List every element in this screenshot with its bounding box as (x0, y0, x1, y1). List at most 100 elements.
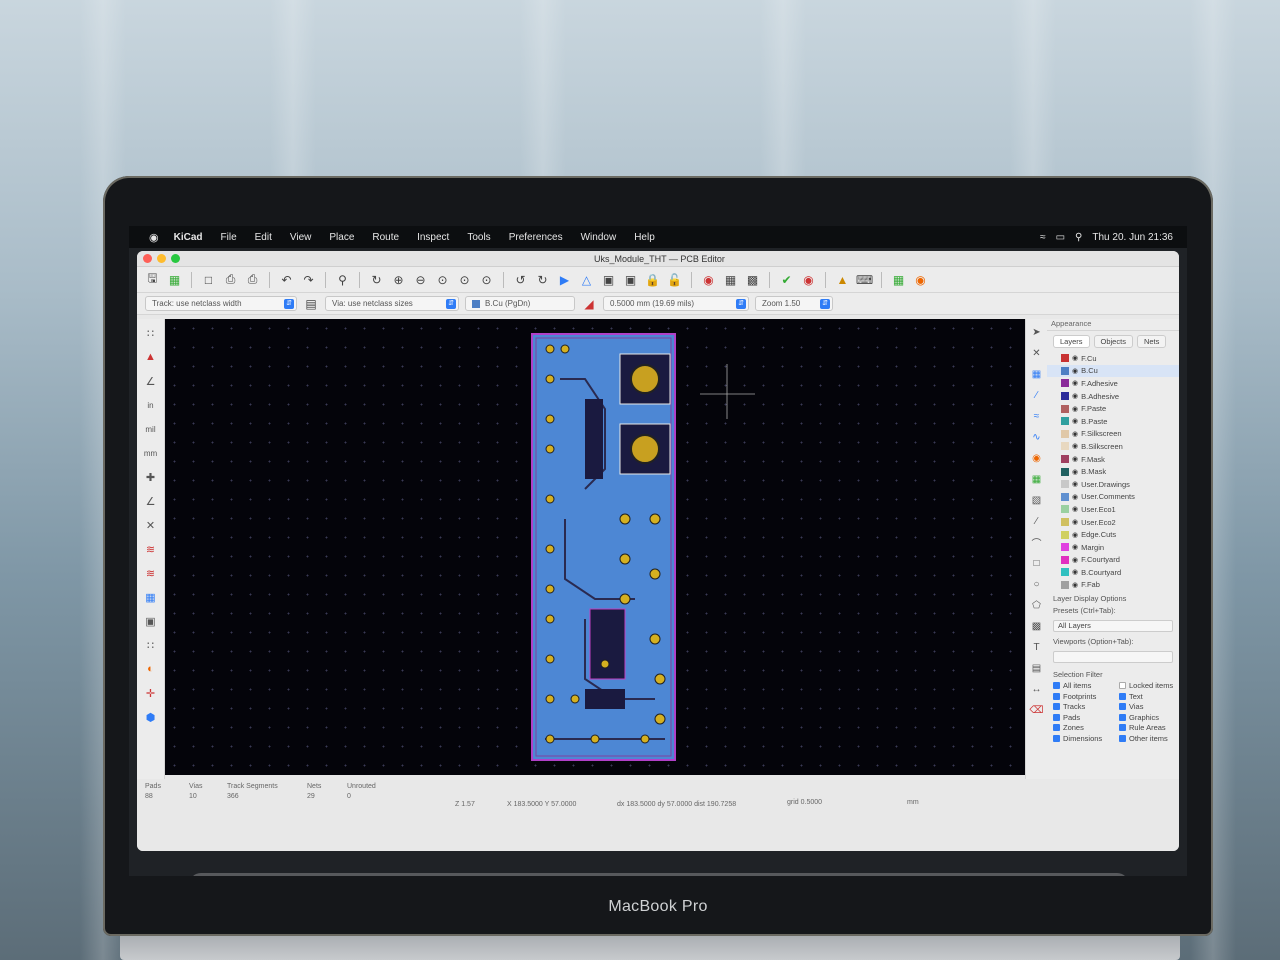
zone-fill-icon[interactable]: ≋ (141, 563, 161, 583)
layer-row[interactable]: ◉ B.Cu (1047, 364, 1179, 378)
zoom-in-icon[interactable]: ⊕ (389, 270, 408, 289)
layer-row[interactable]: ◉ B.Silkscreen (1047, 440, 1179, 453)
selection-filter-item[interactable]: Zones (1047, 723, 1113, 734)
polygon-icon[interactable]: ⬠ (1029, 597, 1045, 613)
layer-row[interactable]: ◉ User.Drawings (1047, 478, 1179, 491)
menu-tools[interactable]: Tools (458, 232, 499, 243)
eye-icon[interactable]: ◉ (1072, 405, 1078, 413)
ratsnest-icon[interactable]: ✕ (141, 515, 161, 535)
polar-coords-icon[interactable]: ∠ (141, 371, 161, 391)
eye-icon[interactable]: ◉ (1072, 568, 1078, 576)
menu-edit[interactable]: Edit (246, 232, 281, 243)
refresh-icon[interactable]: ↻ (367, 270, 386, 289)
eye-icon[interactable]: ◉ (1072, 505, 1078, 513)
tab-objects[interactable]: Objects (1093, 335, 1133, 348)
selection-filter-checkbox[interactable] (1053, 703, 1060, 711)
eye-icon[interactable]: ◉ (1072, 367, 1078, 375)
close-window-button[interactable] (143, 254, 152, 263)
selection-filter-item[interactable]: Locked items (1113, 680, 1179, 691)
selection-filter-item[interactable]: Pads (1047, 712, 1113, 723)
menu-help[interactable]: Help (625, 232, 664, 243)
menu-route[interactable]: Route (363, 232, 408, 243)
track-width-select[interactable]: Track: use netclass width ⇵ (145, 296, 297, 311)
selection-filter-checkbox[interactable] (1053, 682, 1060, 690)
eye-icon[interactable]: ◉ (1072, 455, 1078, 463)
eye-icon[interactable]: ◉ (1072, 581, 1078, 589)
selection-filter-checkbox[interactable] (1053, 692, 1060, 700)
menu-preferences[interactable]: Preferences (500, 232, 572, 243)
layer-row[interactable]: ◉ B.Paste (1047, 415, 1179, 428)
zoom-out-icon[interactable]: ⊖ (411, 270, 430, 289)
selection-filter-item[interactable]: Text (1113, 691, 1179, 702)
mils-icon[interactable]: mil (141, 419, 161, 439)
selection-filter-item[interactable]: Footprints (1047, 691, 1113, 702)
ic-footprint[interactable] (585, 399, 603, 479)
presets-select[interactable]: All Layers (1053, 620, 1173, 633)
cursor-icon[interactable]: ✚ (141, 467, 161, 487)
menu-view[interactable]: View (281, 232, 321, 243)
apple-icon[interactable]: ◉ (129, 231, 165, 244)
pcb-drawing[interactable] (165, 319, 1025, 775)
via-size-select[interactable]: Via: use netclass sizes ⇵ (325, 296, 459, 311)
layer-color-swatch[interactable] (1061, 442, 1069, 451)
eye-icon[interactable]: ◉ (1072, 480, 1078, 488)
circle-icon[interactable]: ○ (1029, 576, 1045, 592)
find-icon[interactable]: ⚲ (333, 270, 352, 289)
layer-row[interactable]: ◉ B.Courtyard (1047, 566, 1179, 579)
footprint-icon[interactable]: ▦ (1029, 366, 1045, 382)
selection-filter-item[interactable]: Rule Areas (1113, 723, 1179, 734)
minimize-window-button[interactable] (157, 254, 166, 263)
layer-row[interactable]: ◉ B.Mask (1047, 465, 1179, 478)
selection-filter-checkbox[interactable] (1119, 735, 1126, 743)
layer-color-swatch[interactable] (1061, 429, 1069, 438)
selection-filter-checkbox[interactable] (1119, 703, 1126, 711)
layer-row[interactable]: ◉ F.Mask (1047, 453, 1179, 466)
wifi-icon[interactable]: ≈ (1040, 232, 1046, 243)
zoom-select[interactable]: Zoom 1.50 ⇵ (755, 296, 833, 311)
inches-icon[interactable]: in (141, 395, 161, 415)
footprint-editor-icon[interactable]: ▩ (743, 270, 762, 289)
drc-marker-icon[interactable]: ▲ (141, 347, 161, 367)
layer-color-swatch[interactable] (1061, 379, 1069, 388)
ungroup-icon[interactable]: ▣ (621, 270, 640, 289)
layer-select[interactable]: B.Cu (PgDn) (465, 296, 575, 311)
eye-icon[interactable]: ◉ (1072, 493, 1078, 501)
track-angle-icon[interactable]: ∠ (141, 491, 161, 511)
eye-icon[interactable]: ◉ (1072, 417, 1078, 425)
high-contrast-icon[interactable]: ◐ (141, 659, 161, 679)
update-pcb-icon[interactable]: ◉ (799, 270, 818, 289)
menubar-clock[interactable]: Thu 20. Jun 21:36 (1092, 232, 1173, 243)
3d-viewer-icon[interactable]: ▲ (833, 270, 852, 289)
eye-icon[interactable]: ◉ (1072, 531, 1078, 539)
tab-layers[interactable]: Layers (1053, 335, 1090, 348)
viewports-select[interactable] (1053, 651, 1173, 664)
tune-length-icon[interactable]: ∿ (1029, 429, 1045, 445)
zoom-window-button[interactable] (171, 254, 180, 263)
print-icon[interactable]: ⎙ (221, 270, 240, 289)
eye-icon[interactable]: ◉ (1072, 543, 1078, 551)
layer-color-swatch[interactable] (1061, 492, 1069, 501)
zoom-objects-icon[interactable]: ⊙ (455, 270, 474, 289)
group-icon[interactable]: ▣ (599, 270, 618, 289)
transistor-footprint[interactable] (585, 689, 625, 709)
local-ratsnest-icon[interactable]: ✕ (1029, 345, 1045, 361)
menu-window[interactable]: Window (572, 232, 626, 243)
selection-filter-item[interactable]: Tracks (1047, 701, 1113, 712)
layer-row[interactable]: ◉ F.Courtyard (1047, 554, 1179, 567)
rule-area-icon[interactable]: ▧ (1029, 492, 1045, 508)
eye-icon[interactable]: ◉ (1072, 354, 1078, 362)
text-icon[interactable]: T (1029, 639, 1045, 655)
eye-icon[interactable]: ◉ (1072, 468, 1078, 476)
layer-color-swatch[interactable] (1061, 580, 1069, 589)
search-icon[interactable]: ⚲ (1075, 232, 1082, 243)
layer-row[interactable]: ◉ User.Eco1 (1047, 503, 1179, 516)
layer-row[interactable]: ◉ F.Adhesive (1047, 377, 1179, 390)
layer-color-swatch[interactable] (1061, 555, 1069, 564)
zone-icon[interactable]: ▦ (1029, 471, 1045, 487)
menu-inspect[interactable]: Inspect (408, 232, 458, 243)
layer-color-swatch[interactable] (1061, 543, 1069, 552)
line-icon[interactable]: ∕ (1029, 513, 1045, 529)
grid-select[interactable]: 0.5000 mm (19.69 mils) ⇵ (603, 296, 749, 311)
layer-pair-icon[interactable]: ◢ (581, 296, 597, 312)
auto-track-width-icon[interactable]: ▤ (303, 296, 319, 312)
